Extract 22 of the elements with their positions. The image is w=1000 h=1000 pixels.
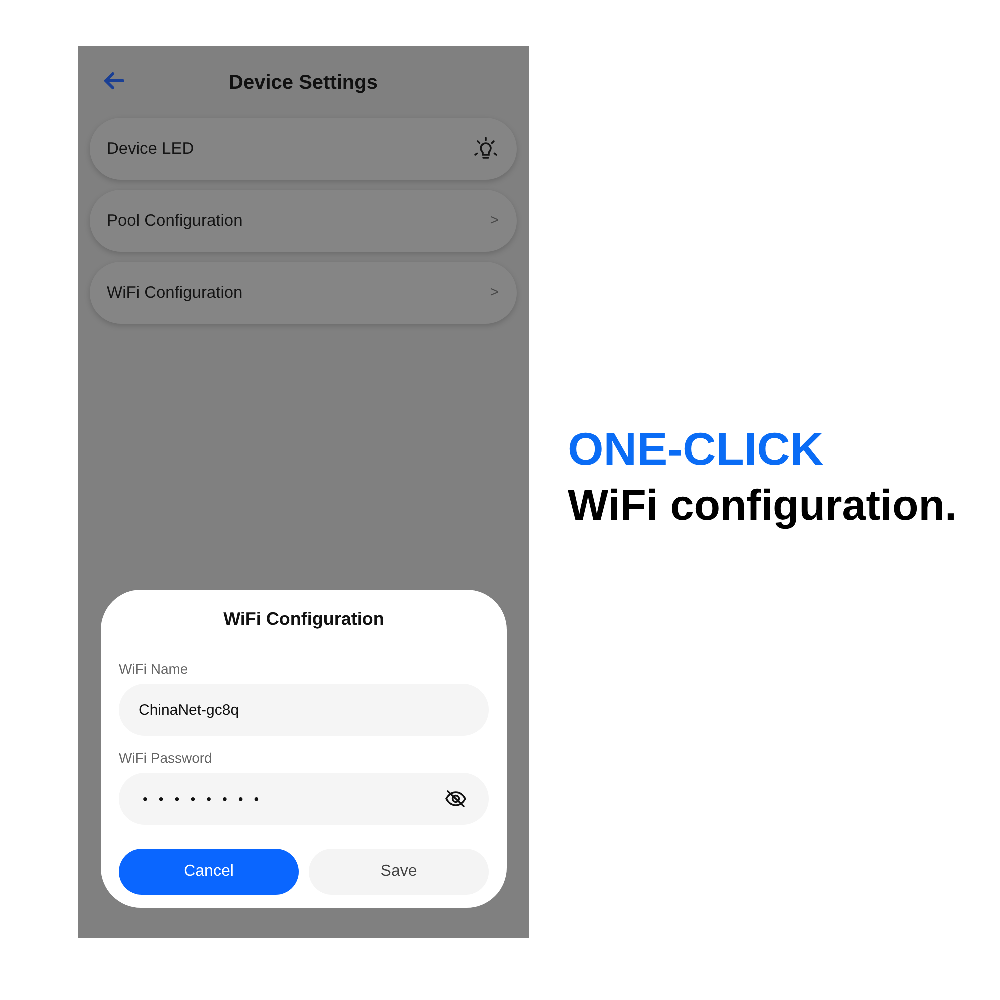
dialog-title: WiFi Configuration [222, 608, 386, 632]
chevron: > [490, 210, 499, 231]
settings-item-label: Device LED [107, 138, 194, 160]
back-arrow-icon [103, 72, 125, 90]
toggle-visibility-button[interactable] [445, 790, 467, 808]
chevron: > [490, 282, 499, 303]
headline: ONE-CLICK [568, 423, 825, 476]
password-field[interactable]: •••••••• [119, 773, 489, 825]
wifi-name-field[interactable]: ChinaNet-gc8q [119, 684, 489, 736]
settings-item-label: Pool Configuration [107, 210, 243, 232]
save-button[interactable]: Save [309, 849, 489, 895]
settings-item[interactable]: Device LED [90, 118, 517, 180]
eye-slash-icon [445, 790, 467, 808]
subheadline: WiFi configuration. [568, 480, 957, 532]
field-label: WiFi Password [119, 750, 214, 767]
screen-title: Device Settings [229, 72, 378, 94]
field-label: WiFi Name [119, 661, 190, 678]
settings-item[interactable]: WiFi Configuration > [90, 262, 517, 324]
settings-item-label: WiFi Configuration [107, 282, 243, 304]
cancel-button[interactable]: Cancel [119, 849, 299, 895]
settings-item[interactable]: Pool Configuration > [90, 190, 517, 252]
back-button[interactable] [103, 71, 127, 91]
